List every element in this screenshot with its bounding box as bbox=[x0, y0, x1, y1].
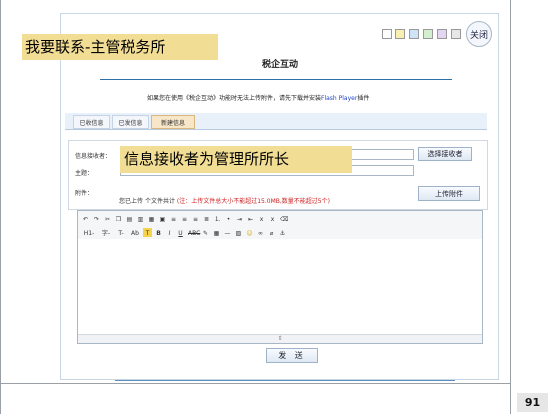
anchor-icon[interactable]: ⚓ bbox=[278, 228, 287, 237]
copy-icon[interactable]: ❐ bbox=[114, 214, 123, 223]
heading-dropdown-icon[interactable]: H1- bbox=[81, 228, 97, 237]
superscript-icon[interactable]: x bbox=[268, 214, 277, 223]
tab-received[interactable]: 已收信息 bbox=[73, 115, 110, 129]
editor-toolbar-row-1: ↶ ↷ ✂ ❐ ▤ ▥ ▦ ▣ ≡ ≡ ≡ ≣ ⒈ • ⇥ ⇤ x x ⌫ bbox=[78, 211, 482, 225]
text-color-icon[interactable]: T bbox=[143, 227, 152, 237]
remove-format-icon[interactable]: ⌫ bbox=[279, 214, 288, 223]
subscript-icon[interactable]: x bbox=[257, 214, 266, 223]
outdent-icon[interactable]: ⇤ bbox=[246, 214, 255, 223]
close-button[interactable]: 关闭 bbox=[466, 21, 492, 47]
ordered-list-icon[interactable]: ⒈ bbox=[213, 214, 222, 223]
align-center-icon[interactable]: ≡ bbox=[180, 214, 189, 223]
title-divider bbox=[100, 79, 452, 80]
window-title: 税企互动 bbox=[262, 60, 299, 70]
strikethrough-icon[interactable]: ABC bbox=[187, 228, 200, 237]
attachment-summary: 您已上传 个文件共计 (注：上传文件总大小不能超过15.0MB,数量不能超过5个… bbox=[119, 196, 330, 205]
unlink-icon[interactable]: ⌀ bbox=[267, 228, 276, 237]
redo-icon[interactable]: ↷ bbox=[92, 214, 101, 223]
theme-swatch-purple[interactable] bbox=[437, 29, 447, 39]
table-icon[interactable]: ▦ bbox=[212, 228, 221, 237]
attach-count-label: 您已上传 bbox=[119, 198, 144, 205]
pencil-icon[interactable]: ✎ bbox=[201, 228, 210, 237]
editor-content-area[interactable] bbox=[78, 239, 482, 335]
editor-toolbar-row-2: H1- 字- T- Ab T B I U ABC ✎ ▦ — ▨ ☺ ∞ ⌀ ⚓ bbox=[78, 225, 482, 239]
emoticon-icon[interactable]: ☺ bbox=[245, 228, 254, 237]
footer-divider bbox=[115, 380, 455, 381]
slide-border-bottom bbox=[0, 383, 511, 384]
receiver-label: 信息接收者： bbox=[75, 153, 112, 160]
paste-icon[interactable]: ▤ bbox=[125, 214, 134, 223]
attachment-label: 附件： bbox=[75, 190, 94, 197]
underline-icon[interactable]: U bbox=[176, 228, 185, 237]
send-button[interactable]: 发 送 bbox=[266, 348, 318, 363]
cut-icon[interactable]: ✂ bbox=[103, 214, 112, 223]
paste-text-icon[interactable]: ▥ bbox=[136, 214, 145, 223]
font-size-dropdown-icon[interactable]: T- bbox=[115, 228, 127, 237]
editor-resize-handle[interactable]: ⇕ bbox=[78, 334, 482, 343]
horizontal-rule-icon[interactable]: — bbox=[223, 228, 232, 237]
align-left-icon[interactable]: ≡ bbox=[169, 214, 178, 223]
theme-swatch-yellow[interactable] bbox=[395, 29, 405, 39]
notice-prefix: 如果您在使用《税企互动》功能时无法上传附件，请先下载并安装 bbox=[147, 95, 322, 102]
flash-player-link[interactable]: Flash Player bbox=[321, 95, 357, 102]
align-right-icon[interactable]: ≡ bbox=[191, 214, 200, 223]
bold-icon[interactable]: B bbox=[154, 228, 163, 237]
undo-icon[interactable]: ↶ bbox=[81, 214, 90, 223]
font-family-dropdown-icon[interactable]: 字- bbox=[99, 228, 113, 237]
select-all-icon[interactable]: ▣ bbox=[158, 214, 167, 223]
notice-suffix: 插件 bbox=[357, 95, 370, 102]
theme-swatch-white[interactable] bbox=[382, 29, 392, 39]
rich-text-editor: ↶ ↷ ✂ ❐ ▤ ▥ ▦ ▣ ≡ ≡ ≡ ≣ ⒈ • ⇥ ⇤ x x ⌫ H1… bbox=[77, 210, 483, 344]
align-justify-icon[interactable]: ≣ bbox=[202, 214, 211, 223]
theme-swatch-blue[interactable] bbox=[409, 29, 419, 39]
slide-border-right bbox=[510, 0, 511, 414]
attach-limit-warning: (注：上传文件总大小不能超过15.0MB,数量不能超过5个) bbox=[176, 198, 330, 205]
page-number: 91 bbox=[517, 393, 548, 412]
indent-icon[interactable]: ⇥ bbox=[235, 214, 244, 223]
callout-receiver-is-director: 信息接收者为管理所所长 bbox=[120, 146, 352, 173]
link-icon[interactable]: ∞ bbox=[256, 228, 265, 237]
slide-border-left bbox=[0, 0, 1, 414]
attach-count-tail: 个文件共计 bbox=[144, 198, 175, 205]
theme-swatch-green[interactable] bbox=[423, 29, 433, 39]
font-style-icon[interactable]: Ab bbox=[129, 228, 141, 237]
paste-word-icon[interactable]: ▦ bbox=[147, 214, 156, 223]
flash-notice: 如果您在使用《税企互动》功能时无法上传附件，请先下载并安装Flash Playe… bbox=[147, 93, 369, 102]
subject-label: 主题： bbox=[75, 170, 94, 177]
unordered-list-icon[interactable]: • bbox=[224, 214, 233, 223]
select-receiver-button[interactable]: 选择接收者 bbox=[418, 147, 472, 161]
theme-swatch-gray[interactable] bbox=[451, 29, 461, 39]
tab-new-message[interactable]: 新建信息 bbox=[151, 115, 195, 129]
upload-attachment-button[interactable]: 上传附件 bbox=[418, 186, 480, 201]
image-icon[interactable]: ▨ bbox=[234, 228, 243, 237]
callout-contact-tax-office: 我要联系-主管税务所 bbox=[22, 34, 218, 60]
italic-icon[interactable]: I bbox=[165, 228, 174, 237]
tab-sent[interactable]: 已发信息 bbox=[112, 115, 149, 129]
